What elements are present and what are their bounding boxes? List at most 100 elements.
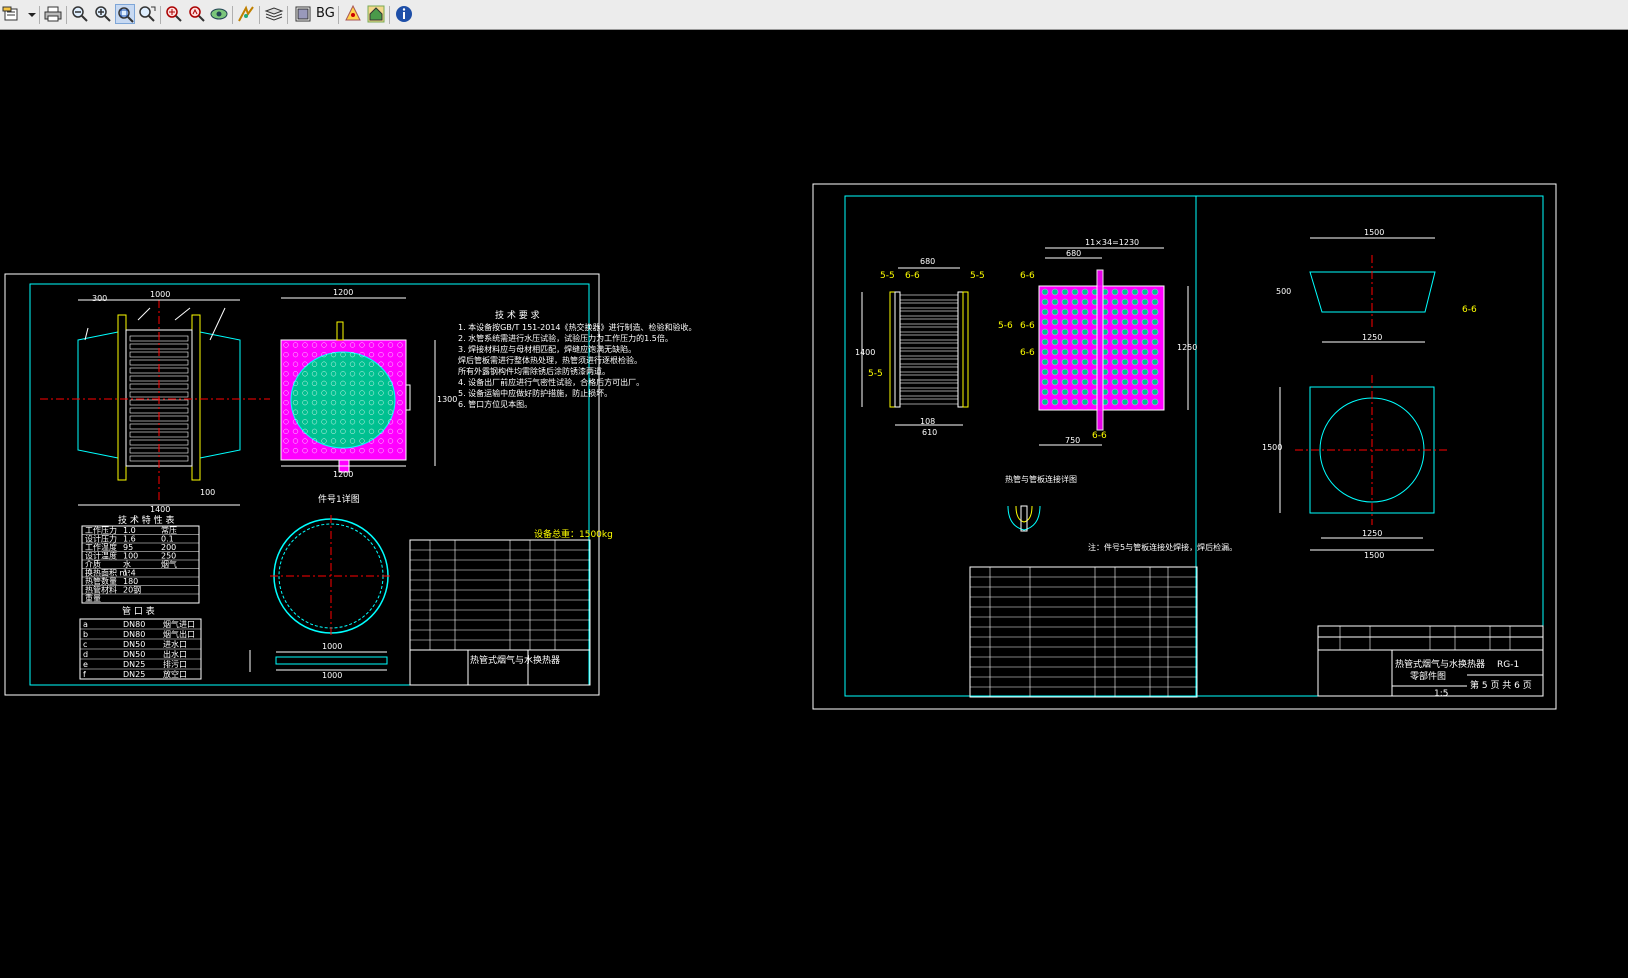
zoom-out-icon[interactable] [70,4,90,24]
tech-line: 5. 设备运输中应做好防护措施，防止损坏。 [458,388,612,398]
tube-hole [1151,328,1159,336]
spec-cell: 热管材料 [85,585,117,595]
drawing2-title: 热管式烟气与水换热器 [1395,658,1485,670]
tube-bundle-side-view: 680 108 610 1400 5-5 6-6 5-5 5-5 [855,257,985,437]
nozzle-cell: DN80 [123,620,145,629]
info-icon[interactable] [394,4,414,24]
tube-hole [1061,388,1069,396]
tube-hole [1131,388,1139,396]
tube-hole [1051,318,1059,326]
pan-icon[interactable] [137,4,157,24]
print-icon[interactable] [43,4,63,24]
background-toggle[interactable]: BG [316,6,335,21]
heat-pipe [899,334,959,341]
spec-cell: 烟气 [161,559,177,569]
tube-hole [1051,338,1059,346]
tube-sheet-plan: 11×34=1230 680 750 1250 6-6 5-6 6-6 6-6 … [998,238,1197,446]
dim-text: 108 [920,417,935,426]
tube-hole [1141,398,1149,406]
sheet2-inner-border [844,195,1544,697]
tube-hole [1041,358,1049,366]
tube-hole [1121,328,1129,336]
tube-hole [1141,318,1149,326]
tube-hole [1151,348,1159,356]
weight-note: 设备总重：1500kg [534,528,613,540]
spec-cell: 设计温度 [85,551,117,561]
tube-hole [1151,378,1159,386]
tube-hole [1141,308,1149,316]
dim-text: 680 [1066,249,1081,258]
heat-pipe [899,342,959,349]
tech-line: 所有外露钢构件均需除锈后涂防锈漆两道。 [458,366,610,376]
bookmark-icon[interactable] [343,4,363,24]
measure-icon[interactable] [236,4,256,24]
open-icon[interactable] [2,4,22,24]
tube-hole [1051,298,1059,306]
dim-text: 500 [1276,287,1291,296]
spec-cell: 重量 [85,593,101,603]
tube-hole [1141,298,1149,306]
dim-text: 1400 [855,348,875,357]
tube-hole [1071,368,1079,376]
tube-hole [1061,378,1069,386]
tube-hole [1131,378,1139,386]
zoom-extents-icon[interactable] [164,4,184,24]
dim-text: 680 [920,257,935,266]
parts-list-and-title-block: 设备总重：1500kg 热管式烟气与水换热器 [409,528,613,686]
tube-hole [1141,288,1149,296]
tube-hole [1071,378,1079,386]
dim-text: 1300 [437,395,457,404]
nozzle-cell: 烟气出口 [163,629,195,639]
home-icon[interactable] [366,4,386,24]
tech-line: 3. 焊接材料应与母材相匹配，焊缝应饱满无缺陷。 [458,344,636,354]
layout-icon[interactable] [293,4,313,24]
tube-hole [1081,338,1089,346]
left-flange [117,314,127,481]
tube-hole [1051,328,1059,336]
tube-hole [1121,298,1129,306]
toolbar-separator [39,6,40,24]
drawing-canvas[interactable]: 1000 300 1400 100 1200 1200 1300 技 术 要 求… [0,30,1628,978]
drawing2-sheet: 第 5 页 共 6 页 [1470,679,1532,691]
tube-hole [1151,288,1159,296]
tube-hole [1071,328,1079,336]
tube-hole [1131,348,1139,356]
nozzle-cell: f [83,670,86,679]
tube-hole [1151,338,1159,346]
spec-table-title: 技 术 特 性 表 [118,514,174,526]
layers-icon[interactable] [264,4,284,24]
tube-hole [1141,328,1149,336]
dim-text: 1000 [322,642,342,651]
tube-hole [1041,328,1049,336]
tube-hole [1151,388,1159,396]
toolbar-separator [259,6,260,24]
nozzle-cell: DN25 [123,660,145,669]
tube-hole [1111,378,1119,386]
zoom-in-icon[interactable] [93,4,113,24]
zoom-window-icon[interactable] [115,4,135,24]
dim-text: 1200 [333,470,353,479]
dim-text: 1200 [333,288,353,297]
nozzle-cell: b [83,630,88,639]
toolbar-separator [66,6,67,24]
heat-pipe [899,390,959,397]
heat-pipe [899,398,959,405]
nozzle-cell: e [83,660,88,669]
spec-cell: 20钢 [123,585,141,595]
tube-hole [1111,298,1119,306]
heat-pipe [899,294,959,301]
tube-hole [1131,328,1139,336]
tube-hole [1041,308,1049,316]
sheet2-title-block: 热管式烟气与水换热器 零部件图 RG-1 第 5 页 共 6 页 1:5 [1317,625,1544,699]
tech-line: 6. 管口方位见本图。 [458,399,532,409]
drawing-sheet-2: 680 108 610 1400 5-5 6-6 5-5 5-5 11×34=1… [812,183,1557,710]
tube-hole [1131,368,1139,376]
tube-hole [1131,338,1139,346]
dropdown-arrow-icon[interactable] [22,4,36,24]
section-label: 6-6 [1462,305,1477,315]
section-label: 6-6 [1020,348,1035,358]
zoom-realtime-icon[interactable] [187,4,207,24]
tube-hole [1071,318,1079,326]
tube-hole [1061,338,1069,346]
view-3d-icon[interactable] [209,4,229,24]
